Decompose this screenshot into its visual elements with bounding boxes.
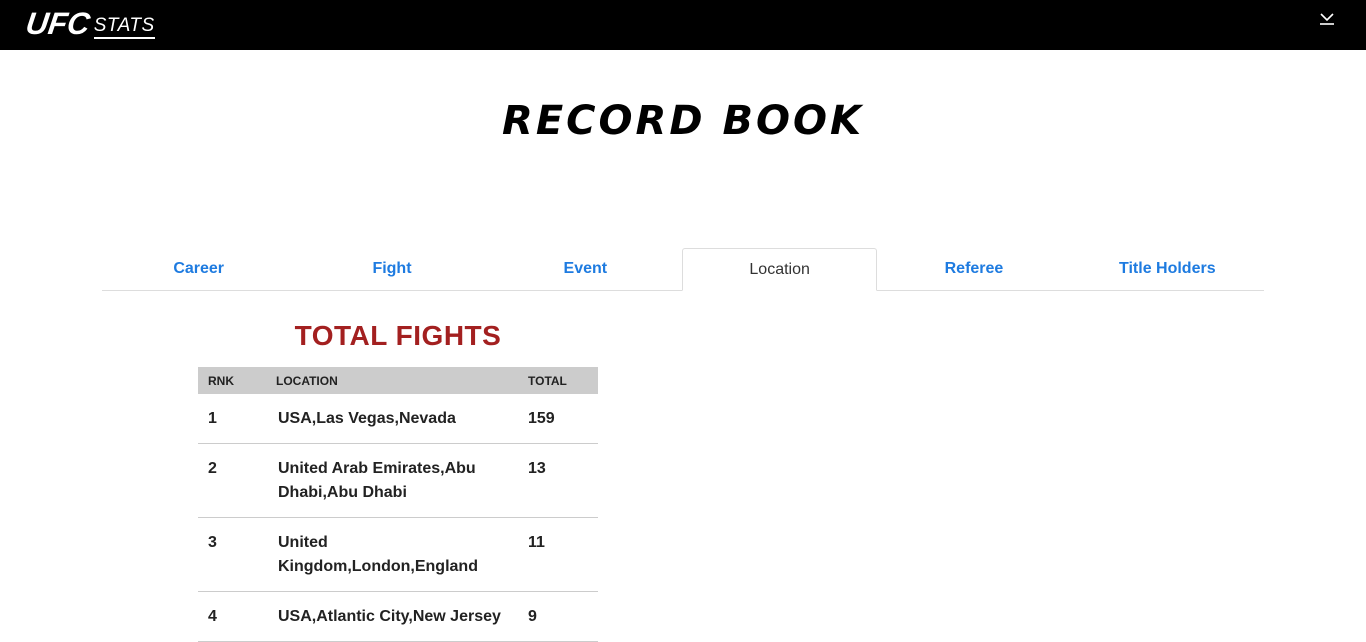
column-header-total: TOTAL: [528, 367, 598, 394]
location-cell: USA,Las Vegas,Nevada: [266, 394, 528, 444]
top-navbar: UFC STATS: [0, 0, 1366, 50]
column-header-rank: RNK: [198, 367, 266, 394]
section-title: TOTAL FIGHTS: [294, 320, 502, 351]
rank-cell: 2: [198, 443, 266, 518]
logo-stats-text: STATS: [93, 16, 155, 39]
chevron-down-icon: [1320, 13, 1334, 25]
table-row: 3 United Kingdom,London,England 11: [198, 517, 598, 592]
location-cell: USA,Atlantic City,New Jersey: [266, 591, 528, 642]
location-cell: United Kingdom,London,England: [266, 517, 528, 592]
total-cell: 11: [528, 517, 598, 592]
tab-title-holders[interactable]: Title Holders: [1071, 248, 1264, 290]
table-row: 2 United Arab Emirates,Abu Dhabi,Abu Dha…: [198, 443, 598, 518]
total-cell: 159: [528, 394, 598, 444]
logo-ufc-text: UFC: [23, 6, 93, 41]
table-row: 1 USA,Las Vegas,Nevada 159: [198, 394, 598, 444]
table-row: 4 USA,Atlantic City,New Jersey 9: [198, 591, 598, 642]
location-cell: United Arab Emirates,Abu Dhabi,Abu Dhabi: [266, 443, 528, 518]
tab-referee[interactable]: Referee: [877, 248, 1070, 290]
total-cell: 9: [528, 591, 598, 642]
tab-location[interactable]: Location: [681, 248, 878, 291]
table-header-row: RNK LOCATION TOTAL: [198, 367, 598, 394]
tab-event[interactable]: Event: [489, 248, 682, 290]
menu-toggle-button[interactable]: [1317, 11, 1337, 27]
total-cell: 13: [528, 443, 598, 518]
total-fights-table: RNK LOCATION TOTAL 1 USA,Las Vegas,Nevad…: [198, 367, 598, 642]
tab-fight[interactable]: Fight: [295, 248, 488, 290]
ufc-stats-logo[interactable]: UFC STATS: [23, 6, 155, 41]
rank-cell: 4: [198, 591, 266, 642]
rank-cell: 3: [198, 517, 266, 592]
rank-cell: 1: [198, 394, 266, 444]
column-header-location: LOCATION: [266, 367, 528, 394]
tab-career[interactable]: Career: [102, 248, 295, 290]
record-book-tabs: Career Fight Event Location Referee Titl…: [102, 248, 1264, 291]
page-title: RECORD BOOK: [502, 98, 864, 144]
